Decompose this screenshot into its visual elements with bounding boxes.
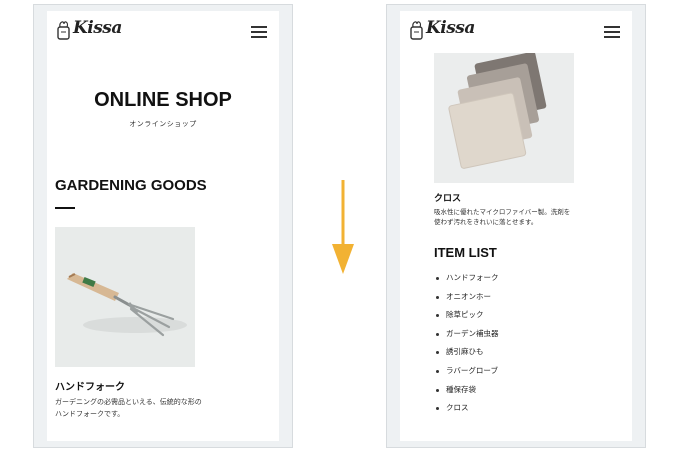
product-description: 吸水性に優れたマイクロファイバー製。洗剤を使わず汚れをきれいに落とせます。 (434, 208, 571, 226)
product-name: ハンドフォーク (55, 382, 125, 393)
list-item[interactable]: オニオンホー (434, 288, 499, 307)
site-header: Kissa (47, 11, 279, 53)
menu-icon[interactable] (604, 26, 620, 38)
list-item[interactable]: 誘引麻ひも (434, 343, 499, 362)
product-name: クロス (434, 194, 462, 204)
logo-text: Kissa (426, 18, 475, 38)
phone-frame-right: Kissa クロス 吸水性に優れたマイクロファイバー製。洗剤を使わず汚れをきれい… (386, 4, 646, 448)
item-list: ハンドフォーク オニオンホー 除草ピック ガーデン補虫器 誘引麻ひも ラバーグロ… (434, 269, 499, 418)
item-list-title: ITEM LIST (434, 245, 497, 260)
mobile-screen-right: Kissa クロス 吸水性に優れたマイクロファイバー製。洗剤を使わず汚れをきれい… (400, 11, 632, 441)
cloth-photo[interactable] (434, 51, 574, 183)
list-item[interactable]: ラバーグローブ (434, 362, 499, 381)
list-item[interactable]: 除草ピック (434, 306, 499, 325)
product-description: ガーデニングの必需品といえる、伝統的な形のハンドフォークです。 (55, 398, 202, 418)
page-subtitle: オンラインショップ (129, 120, 197, 128)
list-item[interactable]: クロス (434, 399, 499, 418)
hand-fork-photo[interactable] (55, 227, 195, 367)
cloth-image (434, 51, 574, 183)
logo-mark-icon (57, 21, 70, 40)
phone-frame-left: Kissa ONLINE SHOP オンラインショップ GARDENING GO… (33, 4, 293, 448)
list-item[interactable]: 種保存袋 (434, 381, 499, 400)
page-title: ONLINE SHOP (94, 89, 232, 111)
site-logo[interactable]: Kissa (55, 17, 125, 45)
down-arrow-icon (332, 180, 354, 274)
logo-text: Kissa (73, 18, 122, 38)
site-header: Kissa (400, 11, 632, 53)
section-title: GARDENING GOODS (55, 177, 207, 194)
hand-fork-image (55, 227, 195, 367)
mobile-screen-left: Kissa ONLINE SHOP オンラインショップ GARDENING GO… (47, 11, 279, 441)
site-logo[interactable]: Kissa (408, 17, 478, 45)
menu-icon[interactable] (251, 26, 267, 38)
list-item[interactable]: ハンドフォーク (434, 269, 499, 288)
logo-mark-icon (410, 21, 423, 40)
section-divider (55, 207, 75, 209)
list-item[interactable]: ガーデン補虫器 (434, 325, 499, 344)
